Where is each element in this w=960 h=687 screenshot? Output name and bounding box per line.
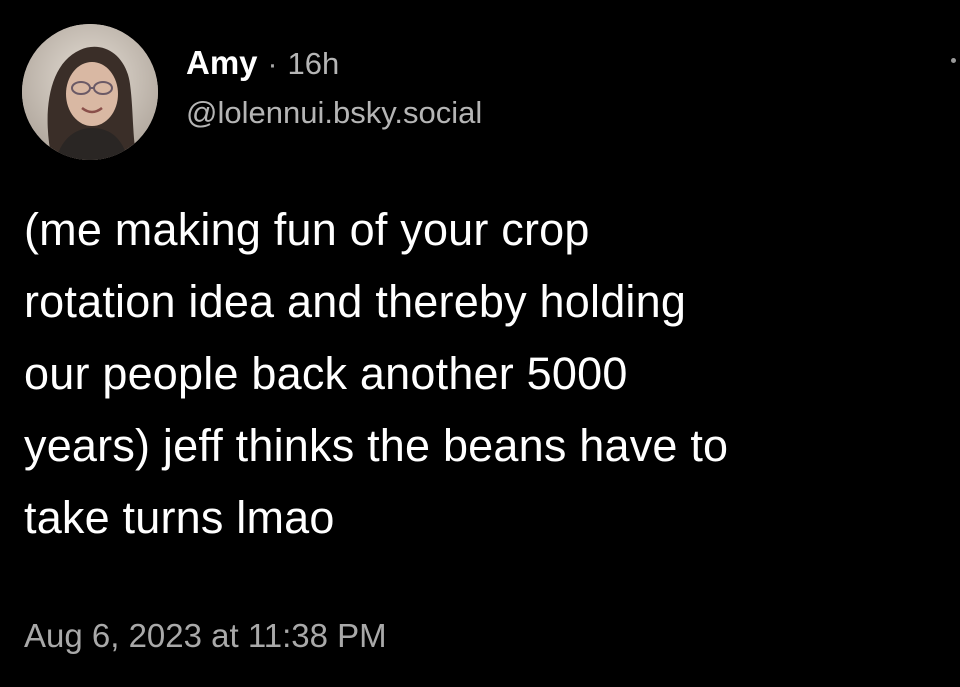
post-body-line: years) jeff thinks the beans have to	[24, 420, 729, 471]
post-body-line: take turns lmao	[24, 492, 335, 543]
author-name[interactable]: Amy	[186, 42, 258, 84]
post-body-line: our people back another 5000	[24, 348, 628, 399]
post-body: (me making fun of your crop rotation ide…	[24, 194, 954, 554]
avatar-photo-icon	[22, 24, 158, 160]
relative-time[interactable]: 16h	[288, 43, 340, 85]
author-row: Amy · 16h	[186, 42, 482, 86]
post-body-line: (me making fun of your crop	[24, 204, 590, 255]
separator-dot: ·	[267, 48, 278, 81]
post-timestamp: Aug 6, 2023 at 11:38 PM	[24, 617, 387, 654]
post-card: Amy · 16h @lolennui.bsky.social (me maki…	[0, 0, 960, 687]
author-handle[interactable]: @lolennui.bsky.social	[186, 92, 482, 134]
avatar[interactable]	[22, 24, 158, 160]
more-options-icon[interactable]	[951, 58, 956, 63]
post-body-line: rotation idea and thereby holding	[24, 276, 687, 327]
post-header: Amy · 16h @lolennui.bsky.social	[22, 24, 482, 160]
author-meta: Amy · 16h @lolennui.bsky.social	[186, 42, 482, 134]
